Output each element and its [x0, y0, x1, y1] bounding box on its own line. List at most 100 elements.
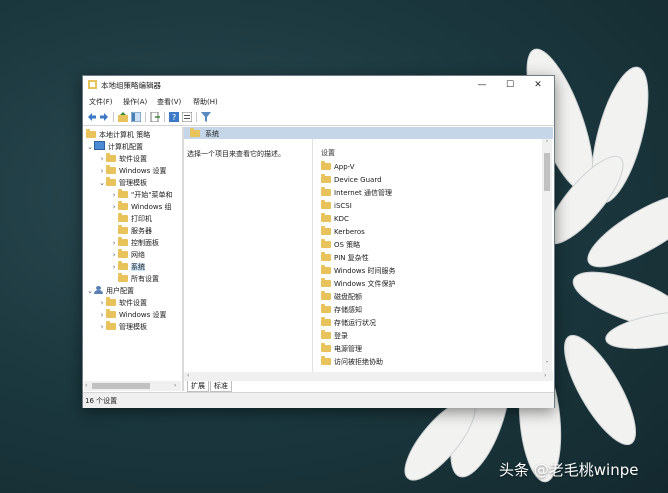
expanded-arrow-icon[interactable]: ⌄: [98, 177, 106, 189]
collapsed-arrow-icon[interactable]: ›: [98, 321, 106, 333]
folder-icon: [118, 213, 128, 222]
tree-node-windows-components[interactable]: › Windows 组: [110, 201, 171, 213]
folder-icon: [321, 317, 331, 326]
scrollbar-thumb[interactable]: [544, 153, 550, 191]
collapsed-arrow-icon[interactable]: ›: [110, 249, 118, 261]
properties-icon[interactable]: [182, 112, 192, 122]
collapsed-arrow-icon[interactable]: ›: [98, 165, 106, 177]
tree-horizontal-scrollbar[interactable]: ‹ ›: [84, 381, 181, 391]
list-item[interactable]: Device Guard: [321, 174, 382, 186]
collapsed-arrow-icon[interactable]: ›: [98, 297, 106, 309]
tree-node-user-config[interactable]: ⌄ 用户配置: [86, 285, 134, 297]
list-item[interactable]: 磁盘配额: [321, 291, 362, 303]
scroll-right-icon[interactable]: ›: [544, 372, 546, 379]
tree-node-software-settings[interactable]: › 软件设置: [98, 153, 147, 165]
list-item[interactable]: Kerberos: [321, 226, 365, 238]
menu-file[interactable]: 文件(F): [89, 97, 113, 107]
tree-node-admin-templates[interactable]: ⌄ 管理模板: [98, 177, 147, 189]
show-hide-tree-icon[interactable]: [131, 112, 141, 122]
list-item[interactable]: 电源管理: [321, 343, 362, 355]
title-bar[interactable]: 本地组策略编辑器 — ☐ ✕: [83, 76, 554, 94]
expanded-arrow-icon[interactable]: ⌄: [86, 141, 94, 153]
menu-bar: 文件(F) 操作(A) 查看(V) 帮助(H): [83, 95, 554, 109]
tree-node-user-admin[interactable]: › 管理模板: [98, 321, 147, 333]
tree-label: 控制面板: [131, 239, 159, 247]
expanded-arrow-icon[interactable]: ⌄: [86, 285, 94, 297]
list-item[interactable]: 存储运行状况: [321, 317, 376, 329]
up-folder-icon[interactable]: [118, 112, 128, 122]
details-header-title: 系统: [205, 130, 219, 138]
tree-node-windows-settings[interactable]: › Windows 设置: [98, 165, 166, 177]
tree-label: 网络: [131, 251, 145, 259]
list-item[interactable]: App-V: [321, 161, 355, 173]
list-item[interactable]: 访问被拒绝协助: [321, 356, 383, 366]
scroll-up-icon[interactable]: ˄: [542, 140, 552, 147]
export-list-icon[interactable]: [150, 112, 160, 122]
tree-node-printers[interactable]: 打印机: [118, 213, 152, 225]
filter-icon[interactable]: [201, 112, 211, 122]
tab-extended[interactable]: 扩展: [187, 381, 209, 392]
tree-node-start-menu[interactable]: › "开始"菜单和: [110, 189, 172, 201]
collapsed-arrow-icon[interactable]: ›: [110, 201, 118, 213]
help-icon[interactable]: ?: [169, 112, 179, 122]
tree-label: 管理模板: [119, 179, 147, 187]
folder-icon: [321, 226, 331, 235]
navigation-tree[interactable]: 本地计算机 策略 ⌄ 计算机配置 › 软件设置 › Windows 设置 ⌄ 管理模板 …: [84, 127, 181, 381]
folder-icon: [118, 237, 128, 246]
collapsed-arrow-icon[interactable]: ›: [98, 153, 106, 165]
tree-node-control-panel[interactable]: › 控制面板: [110, 237, 159, 249]
back-icon[interactable]: [87, 112, 97, 122]
menu-view[interactable]: 查看(V): [157, 97, 181, 107]
collapsed-arrow-icon[interactable]: ›: [110, 237, 118, 249]
scroll-left-icon[interactable]: ‹: [187, 372, 189, 379]
scroll-right-icon[interactable]: ›: [174, 382, 176, 389]
collapsed-arrow-icon[interactable]: ›: [110, 261, 118, 273]
list-item-label: 登录: [334, 332, 348, 340]
collapsed-arrow-icon[interactable]: ›: [110, 189, 118, 201]
tree-node-user-windows[interactable]: › Windows 设置: [98, 309, 166, 321]
maximize-button[interactable]: ☐: [496, 76, 524, 94]
menu-action[interactable]: 操作(A): [123, 97, 147, 107]
list-item[interactable]: Windows 时间服务: [321, 265, 395, 277]
folder-icon: [106, 165, 116, 174]
tree-label: 软件设置: [119, 299, 147, 307]
scrollbar-thumb[interactable]: [92, 383, 150, 389]
minimize-button[interactable]: —: [468, 76, 496, 94]
list-item[interactable]: KDC: [321, 213, 349, 225]
scroll-down-icon[interactable]: ˅: [542, 361, 552, 368]
tree-label: Windows 设置: [119, 311, 167, 319]
list-vertical-scrollbar[interactable]: ˄ ˅: [542, 139, 552, 372]
tree-node-root[interactable]: 本地计算机 策略: [86, 129, 150, 141]
tab-standard[interactable]: 标准: [210, 381, 232, 392]
list-item[interactable]: Windows 文件保护: [321, 278, 395, 290]
tree-node-server[interactable]: 服务器: [118, 225, 152, 237]
list-item-label: Windows 文件保护: [334, 280, 396, 288]
list-item-label: OS 策略: [334, 241, 361, 249]
collapsed-arrow-icon[interactable]: ›: [98, 309, 106, 321]
view-tabs: 扩展 标准: [184, 381, 553, 392]
column-header-setting[interactable]: 设置: [321, 148, 335, 158]
folder-icon: [321, 200, 331, 209]
forward-icon[interactable]: [99, 112, 109, 122]
tree-node-all-settings[interactable]: 所有设置: [118, 273, 159, 285]
tree-label: Windows 设置: [119, 167, 167, 175]
list-item[interactable]: OS 策略: [321, 239, 360, 251]
scroll-left-icon[interactable]: ‹: [85, 382, 87, 389]
details-horizontal-scrollbar[interactable]: ‹ ›: [184, 372, 553, 381]
list-item[interactable]: iSCSI: [321, 200, 352, 212]
tree-label: 服务器: [131, 227, 152, 235]
tree-node-system[interactable]: › 系统: [110, 261, 145, 273]
list-item[interactable]: 存储感知: [321, 304, 362, 316]
list-item[interactable]: PIN 复杂性: [321, 252, 369, 264]
list-item[interactable]: 登录: [321, 330, 348, 342]
tree-node-user-software[interactable]: › 软件设置: [98, 297, 147, 309]
description-text: 选择一个项目来查看它的描述。: [187, 150, 285, 158]
tree-node-network[interactable]: › 网络: [110, 249, 145, 261]
list-item[interactable]: Internet 通信管理: [321, 187, 392, 199]
menu-help[interactable]: 帮助(H): [193, 97, 218, 107]
tree-node-computer-config[interactable]: ⌄ 计算机配置: [86, 141, 143, 153]
folder-icon: [321, 239, 331, 248]
close-button[interactable]: ✕: [524, 76, 552, 94]
settings-list[interactable]: 设置 App-V Device Guard Internet 通信管理 iSCS…: [312, 139, 553, 372]
folder-icon: [321, 304, 331, 313]
